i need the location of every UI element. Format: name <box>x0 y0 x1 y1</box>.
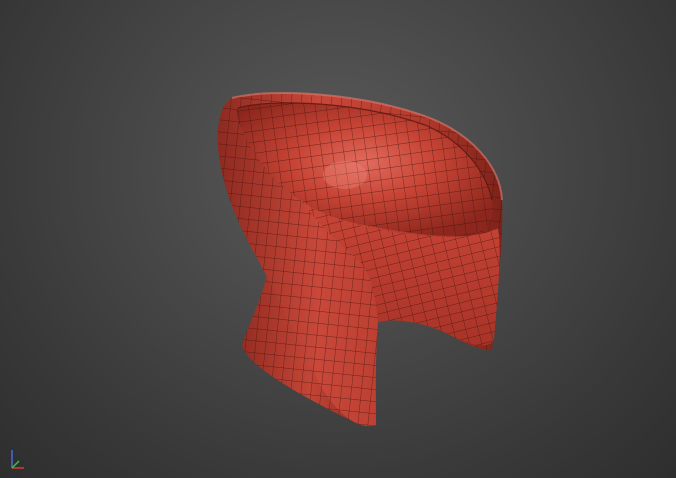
viewport-3d[interactable] <box>0 0 676 478</box>
seat-highlight <box>323 161 367 189</box>
chair-mesh-model[interactable] <box>0 0 676 478</box>
axis-gizmo-icon <box>11 450 24 469</box>
